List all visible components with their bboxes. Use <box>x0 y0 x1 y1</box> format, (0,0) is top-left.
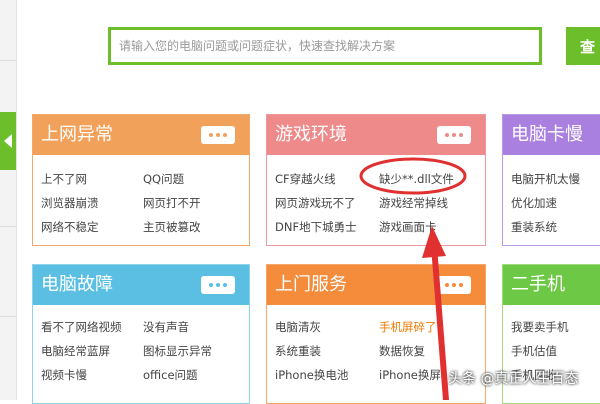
link-item[interactable]: 手机估值 <box>511 343 557 359</box>
card-header: 上网异常 <box>33 115 249 155</box>
card-title: 游戏环境 <box>275 124 347 145</box>
link-item[interactable]: QQ问题 <box>143 171 184 187</box>
search-button[interactable]: 查 <box>566 27 600 65</box>
card-header: 游戏环境 <box>267 115 485 155</box>
more-icon[interactable] <box>437 276 471 294</box>
link-item[interactable]: 我要卖手机 <box>511 319 569 335</box>
link-item[interactable]: 缺少**.dll文件 <box>379 171 454 187</box>
link-item[interactable]: iPhone换电池 <box>275 367 348 383</box>
link-item-highlighted[interactable]: 手机屏碎了 <box>379 319 437 335</box>
card-title: 上门服务 <box>275 274 347 295</box>
link-item[interactable]: iPhone换屏 <box>379 367 441 383</box>
card-header: 上门服务 <box>267 265 485 305</box>
sidebar-divider <box>0 60 16 61</box>
card-title: 二手机 <box>511 274 565 295</box>
link-item[interactable]: 电脑经常蓝屏 <box>41 343 110 359</box>
link-item[interactable]: 电脑开机太慢 <box>511 171 580 187</box>
link-item[interactable]: 重装系统 <box>511 219 557 235</box>
more-icon[interactable] <box>201 276 235 294</box>
link-item[interactable]: 浏览器崩溃 <box>41 195 99 211</box>
card-header: 电脑故障 <box>33 265 249 305</box>
more-icon[interactable] <box>201 126 235 144</box>
link-item[interactable]: 系统重装 <box>275 343 321 359</box>
link-item[interactable]: 游戏经常掉线 <box>379 195 448 211</box>
link-item[interactable]: 视频卡慢 <box>41 367 87 383</box>
card-title: 电脑故障 <box>41 274 113 295</box>
link-item[interactable]: 游戏画面卡 <box>379 219 437 235</box>
link-item[interactable]: DNF地下城勇士 <box>275 219 357 235</box>
link-item[interactable]: 没有声音 <box>143 319 189 335</box>
link-item[interactable]: 优化加速 <box>511 195 557 211</box>
link-item[interactable]: office问题 <box>143 367 198 383</box>
card-computer-lag: 电脑卡慢 电脑开机太慢 优化加速 重装系统 <box>502 114 600 246</box>
link-item[interactable]: 数据恢复 <box>379 343 425 359</box>
link-item[interactable]: 网页打不开 <box>143 195 201 211</box>
card-title: 上网异常 <box>41 124 113 145</box>
search-input[interactable] <box>111 30 539 62</box>
more-icon[interactable] <box>437 126 471 144</box>
card-computer-fault: 电脑故障 看不了网络视频 没有声音 电脑经常蓝屏 图标显示异常 视频卡慢 off… <box>32 264 250 404</box>
link-item[interactable]: 网络不稳定 <box>41 219 99 235</box>
card-game-environment: 游戏环境 CF穿越火线 缺少**.dll文件 网页游戏玩不了 游戏经常掉线 DN… <box>266 114 486 246</box>
sidebar-divider <box>0 316 16 317</box>
chevron-left-icon <box>4 134 12 148</box>
sidebar-divider <box>0 226 16 227</box>
link-item[interactable]: 上不了网 <box>41 171 87 187</box>
link-item[interactable]: 网页游戏玩不了 <box>275 195 356 211</box>
card-header: 电脑卡慢 <box>503 115 600 155</box>
card-internet: 上网异常 上不了网 QQ问题 浏览器崩溃 网页打不开 网络不稳定 主页被篡改 <box>32 114 250 246</box>
card-header: 二手机 <box>503 265 600 305</box>
search-box <box>108 27 542 65</box>
watermark: 头条 @真正人生百态 <box>448 371 579 387</box>
link-item[interactable]: CF穿越火线 <box>275 171 336 187</box>
link-item[interactable]: 主页被篡改 <box>143 219 201 235</box>
link-item[interactable]: 电脑清灰 <box>275 319 321 335</box>
card-title: 电脑卡慢 <box>511 124 583 145</box>
link-item[interactable]: 看不了网络视频 <box>41 319 122 335</box>
link-item[interactable]: 图标显示异常 <box>143 343 212 359</box>
